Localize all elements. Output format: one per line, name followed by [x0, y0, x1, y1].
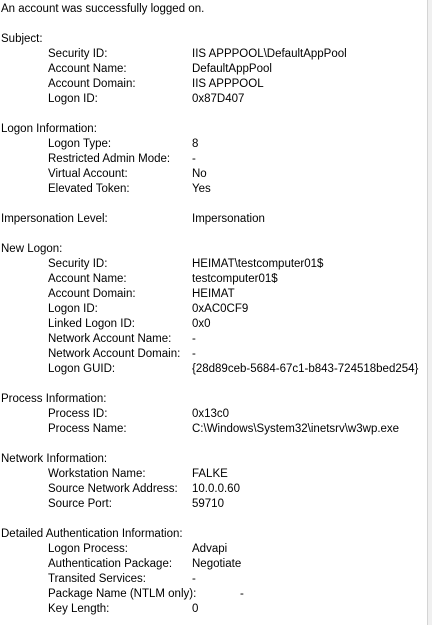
- event-header-text: An account was successfully logged on.: [1, 3, 205, 15]
- impersonation-level-value: Impersonation: [192, 213, 265, 225]
- field-label: Key Length:: [48, 603, 110, 615]
- field-label: Source Network Address:: [48, 483, 178, 495]
- field-label: Workstation Name:: [48, 468, 146, 480]
- section-title-detailed-authentication-information: Detailed Authentication Information:: [1, 528, 183, 540]
- field-label: Account Name:: [48, 63, 127, 75]
- field-value: IIS APPPOOL: [192, 78, 264, 90]
- field-value: Negotiate: [192, 558, 242, 570]
- scrollbar-edge[interactable]: [427, 0, 432, 625]
- field-label: Process ID:: [48, 408, 108, 420]
- field-value: -: [192, 348, 196, 360]
- field-label: Transited Services:: [48, 573, 146, 585]
- field-value: -: [240, 588, 244, 600]
- field-value: -: [192, 153, 196, 165]
- field-label: Logon ID:: [48, 303, 98, 315]
- section-title-logon-information: Logon Information:: [1, 123, 97, 135]
- field-value: No: [192, 168, 207, 180]
- field-value: testcomputer01$: [192, 273, 278, 285]
- field-value: HEIMAT: [192, 288, 235, 300]
- field-label: Account Domain:: [48, 288, 136, 300]
- field-value: IIS APPPOOL\DefaultAppPool: [192, 48, 347, 60]
- field-label: Logon GUID:: [48, 363, 116, 375]
- field-label: Network Account Domain:: [48, 348, 181, 360]
- field-value: Advapi: [192, 543, 228, 555]
- field-label: Account Domain:: [48, 78, 136, 90]
- field-value: FALKE: [192, 468, 228, 480]
- field-value: HEIMAT\testcomputer01$: [192, 258, 324, 270]
- field-label: Process Name:: [48, 423, 127, 435]
- field-label: Network Account Name:: [48, 333, 172, 345]
- field-value: DefaultAppPool: [192, 63, 272, 75]
- field-value: 0x87D407: [192, 93, 245, 105]
- field-value: 10.0.0.60: [192, 483, 240, 495]
- field-label: Authentication Package:: [48, 558, 173, 570]
- section-title-process-information: Process Information:: [1, 393, 107, 405]
- field-value: Yes: [192, 183, 211, 195]
- field-value: -: [192, 573, 196, 585]
- field-value: 0: [192, 603, 199, 615]
- field-value: C:\Windows\System32\inetsrv\w3wp.exe: [192, 423, 400, 435]
- field-value: 8: [192, 138, 199, 150]
- field-label: Virtual Account:: [48, 168, 128, 180]
- field-label: Restricted Admin Mode:: [48, 153, 171, 165]
- section-title-impersonation-level: Impersonation Level:: [1, 213, 108, 225]
- field-label: Package Name (NTLM only):: [48, 588, 197, 600]
- section-title-subject: Subject:: [1, 33, 43, 45]
- field-label: Logon ID:: [48, 93, 98, 105]
- field-label: Linked Logon ID:: [48, 318, 135, 330]
- field-value: {28d89ceb-5684-67c1-b843-724518bed254}: [192, 363, 419, 375]
- field-label: Logon Process:: [48, 543, 128, 555]
- event-description-text[interactable]: An account was successfully logged on. S…: [0, 0, 428, 625]
- field-label: Source Port:: [48, 498, 112, 510]
- field-value: 0x0: [192, 318, 211, 330]
- field-label: Logon Type:: [48, 138, 112, 150]
- field-label: Account Name:: [48, 273, 127, 285]
- field-label: Security ID:: [48, 258, 108, 270]
- field-value: 0xAC0CF9: [192, 303, 249, 315]
- field-value: 0x13c0: [192, 408, 230, 420]
- field-value: 59710: [192, 498, 224, 510]
- section-title-new-logon: New Logon:: [1, 243, 63, 255]
- section-title-network-information: Network Information:: [1, 453, 108, 465]
- field-value: -: [192, 333, 196, 345]
- field-label: Security ID:: [48, 48, 108, 60]
- field-label: Elevated Token:: [48, 183, 130, 195]
